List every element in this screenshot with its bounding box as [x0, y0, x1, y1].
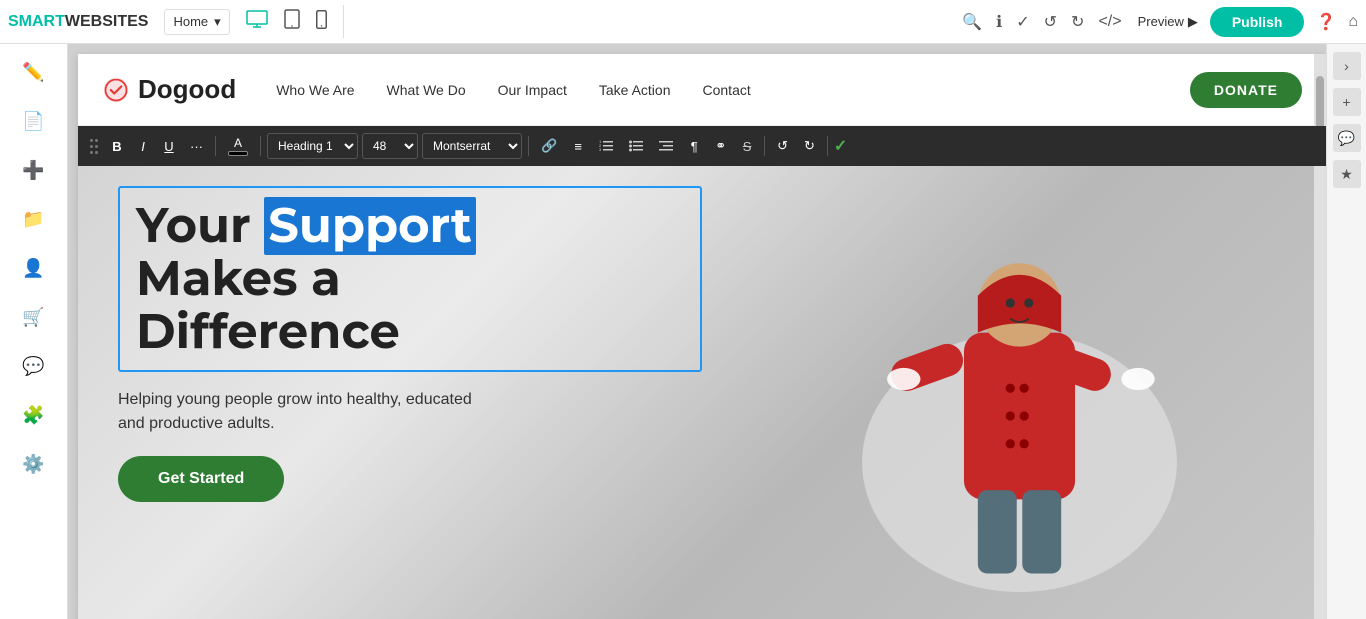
sidebar-icon-pages[interactable]: 📄 [16, 105, 50, 138]
search-icon[interactable]: 🔍 [962, 12, 982, 32]
chevron-down-icon: ▾ [214, 14, 221, 30]
child-illustration [776, 166, 1226, 619]
undo-icon[interactable]: ↺ [1044, 12, 1057, 32]
bold-button[interactable]: B [106, 133, 128, 159]
right-icon-chat[interactable]: 💬 [1333, 124, 1361, 152]
nav-links: Who We Are What We Do Our Impact Take Ac… [276, 82, 1190, 98]
undo-text-button[interactable]: ↺ [771, 133, 794, 159]
info-icon[interactable]: ℹ [996, 12, 1002, 32]
nav-link-who-we-are[interactable]: Who We Are [276, 82, 354, 98]
separator-5 [827, 136, 828, 156]
brand-logo[interactable]: SMART WEBSITES [8, 13, 148, 31]
preview-label: Preview [1138, 14, 1184, 29]
separator-3 [528, 136, 529, 156]
redo-icon[interactable]: ↻ [1071, 12, 1084, 32]
home-icon[interactable]: ⌂ [1348, 13, 1358, 31]
cta-button[interactable]: Get Started [118, 456, 284, 502]
toolbar-action-icons: 🔍 ℹ ✓ ↺ ↻ </> [962, 12, 1121, 32]
hero-section: Your Support Makes a Difference Helping … [78, 166, 1326, 619]
right-icon-plus[interactable]: + [1333, 88, 1361, 116]
underline-button[interactable]: U [158, 133, 180, 159]
heading-style-select[interactable]: Heading 1 Heading 2 Heading 3 Paragraph [267, 133, 358, 159]
drag-handle[interactable] [86, 139, 102, 154]
text-editing-toolbar: B I U ··· A Heading 1 Heading 2 Heading … [78, 126, 1326, 166]
more-options-button[interactable]: ··· [184, 133, 209, 159]
unordered-list-button[interactable] [623, 133, 649, 159]
website-nav: Dogood Who We Are What We Do Our Impact … [78, 54, 1326, 126]
heading-line2: Makes a [136, 250, 341, 308]
check-icon[interactable]: ✓ [1016, 12, 1029, 32]
font-family-select[interactable]: Montserrat Arial Georgia [422, 133, 522, 159]
page-selector-label: Home [173, 14, 208, 29]
strikethrough-button[interactable]: S [736, 133, 758, 159]
tablet-device-button[interactable] [280, 5, 304, 38]
child-figure [776, 166, 1226, 619]
logo-text: Dogood [138, 74, 236, 105]
top-toolbar: SMART WEBSITES Home ▾ 🔍 ℹ ✓ ↺ ↻ </> Prev… [0, 0, 1366, 44]
indent-button[interactable] [653, 133, 679, 159]
right-icon-star[interactable]: ★ [1333, 160, 1361, 188]
sidebar-icon-add[interactable]: ➕ [16, 154, 50, 187]
separator-4 [764, 136, 765, 156]
sidebar-icon-folder[interactable]: 📁 [16, 203, 50, 236]
device-icon-group [242, 5, 344, 38]
sidebar-icon-person[interactable]: 👤 [16, 252, 50, 285]
separator-1 [215, 136, 216, 156]
desktop-device-button[interactable] [242, 6, 272, 37]
color-swatch [228, 151, 248, 156]
heading-highlight: Support [264, 197, 476, 255]
italic-button[interactable]: I [132, 133, 154, 159]
sidebar-icon-edit[interactable]: ✏️ [16, 56, 50, 89]
color-picker-button[interactable]: A [222, 133, 254, 159]
sidebar-icon-gear[interactable]: ⚙️ [16, 448, 50, 481]
logo-light: Do [138, 74, 173, 104]
main-layout: ✏️ 📄 ➕ 📁 👤 🛒 💬 🧩 ⚙️ Do [0, 44, 1366, 619]
nav-link-contact[interactable]: Contact [703, 82, 751, 98]
preview-button[interactable]: Preview ▶ [1138, 14, 1198, 30]
font-color-label: A [234, 136, 242, 150]
right-sidebar: › + 💬 ★ [1326, 44, 1366, 619]
hero-content: Your Support Makes a Difference Helping … [118, 186, 702, 502]
right-icon-arrow[interactable]: › [1333, 52, 1361, 80]
heading-before: Your [136, 197, 264, 255]
heading-line3: Difference [136, 303, 400, 361]
font-size-select[interactable]: 48 36 24 18 [362, 133, 418, 159]
donate-button[interactable]: DONATE [1190, 72, 1302, 108]
hero-subtext: Helping young people grow into healthy, … [118, 388, 702, 436]
nav-link-take-action[interactable]: Take Action [599, 82, 671, 98]
sidebar-icon-puzzle[interactable]: 🧩 [16, 399, 50, 432]
brand-websites: WEBSITES [65, 13, 149, 31]
heading-edit-box[interactable]: Your Support Makes a Difference [118, 186, 702, 372]
sidebar-icon-cart[interactable]: 🛒 [16, 301, 50, 334]
sidebar-icon-chat[interactable]: 💬 [16, 350, 50, 383]
svg-text:3: 3 [599, 147, 602, 152]
heading-text: Your Support Makes a Difference [136, 200, 684, 358]
redo-text-button[interactable]: ↻ [798, 133, 821, 159]
confirm-check-icon[interactable]: ✓ [834, 136, 847, 156]
mobile-device-button[interactable] [312, 6, 331, 38]
brand-smart: SMART [8, 13, 65, 31]
nav-link-what-we-do[interactable]: What We Do [387, 82, 466, 98]
ordered-list-button[interactable]: 123 [593, 133, 619, 159]
canvas-area: Dogood Who We Are What We Do Our Impact … [68, 44, 1326, 619]
website-preview: Dogood Who We Are What We Do Our Impact … [78, 54, 1326, 619]
align-center-button[interactable]: ≡ [567, 133, 589, 159]
logo-icon [102, 76, 130, 104]
link-button[interactable]: 🔗 [535, 133, 563, 159]
play-icon: ▶ [1188, 14, 1198, 30]
code-icon[interactable]: </> [1098, 13, 1121, 31]
publish-button[interactable]: Publish [1210, 7, 1305, 37]
left-sidebar: ✏️ 📄 ➕ 📁 👤 🛒 💬 🧩 ⚙️ [0, 44, 68, 619]
website-logo: Dogood [102, 74, 236, 105]
nav-link-our-impact[interactable]: Our Impact [498, 82, 567, 98]
indent-right-button[interactable]: ¶ [683, 133, 705, 159]
logo-bold: good [173, 74, 237, 104]
help-icon[interactable]: ❓ [1316, 12, 1336, 32]
page-selector[interactable]: Home ▾ [164, 9, 229, 35]
hyperlink-button[interactable]: ⚭ [709, 133, 732, 159]
separator-2 [260, 136, 261, 156]
